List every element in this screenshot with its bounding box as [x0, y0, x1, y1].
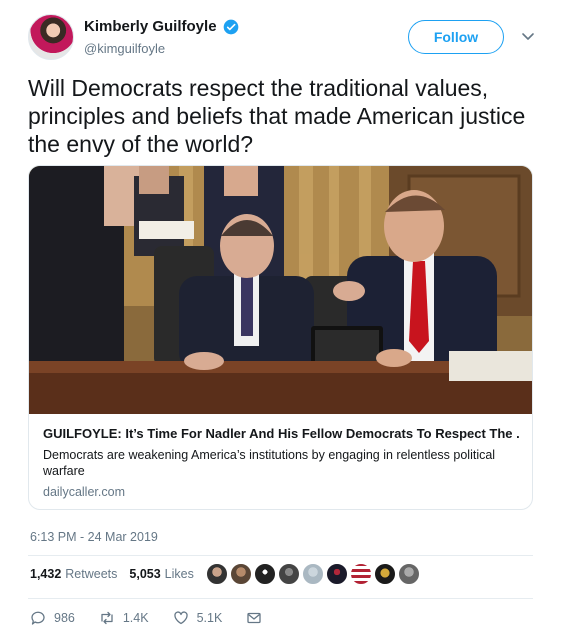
- card-image[interactable]: [29, 166, 533, 414]
- tweet-timestamp[interactable]: 6:13 PM - 24 Mar 2019: [30, 530, 158, 544]
- reply-icon: [31, 611, 45, 625]
- liker-avatar[interactable]: [278, 563, 300, 585]
- like-count: 5.1K: [196, 611, 223, 625]
- author-name[interactable]: Kimberly Guilfoyle: [84, 18, 217, 35]
- retweets-label[interactable]: Retweets: [65, 567, 117, 581]
- engagement-stats: 1,432 Retweets 5,053 Likes: [30, 567, 194, 581]
- retweet-count: 1.4K: [122, 611, 149, 625]
- divider: [28, 555, 533, 556]
- verified-badge-icon: [223, 19, 238, 34]
- card-description: Democrats are weakening America’s instit…: [43, 448, 496, 478]
- avatar[interactable]: [28, 14, 74, 60]
- card-domain: dailycaller.com: [43, 485, 125, 499]
- retweet-button[interactable]: 1.4K: [99, 610, 149, 626]
- liker-avatar[interactable]: [206, 563, 228, 585]
- liker-avatar[interactable]: [374, 563, 396, 585]
- liker-avatars: [206, 563, 420, 585]
- author-name-row: Kimberly Guilfoyle: [84, 18, 239, 35]
- direct-message-icon: [247, 612, 261, 624]
- like-button[interactable]: 5.1K: [173, 610, 223, 626]
- liker-avatar[interactable]: [398, 563, 420, 585]
- card-title[interactable]: GUILFOYLE: It’s Time For Nadler And His …: [43, 426, 520, 441]
- tweet-actions: 986 1.4K 5.1K: [30, 610, 286, 626]
- likes-count[interactable]: 5,053: [129, 567, 160, 581]
- tweet-header: Kimberly Guilfoyle @kimguilfoyle Follow: [28, 14, 543, 62]
- liker-avatar[interactable]: [230, 563, 252, 585]
- link-card[interactable]: GUILFOYLE: It’s Time For Nadler And His …: [28, 165, 533, 510]
- liker-avatar[interactable]: [302, 563, 324, 585]
- retweets-count[interactable]: 1,432: [30, 567, 61, 581]
- card-body[interactable]: GUILFOYLE: It’s Time For Nadler And His …: [29, 414, 532, 509]
- liker-avatar[interactable]: [254, 563, 276, 585]
- liker-avatar[interactable]: [326, 563, 348, 585]
- likes-label[interactable]: Likes: [165, 567, 194, 581]
- direct-message-button[interactable]: [246, 610, 262, 626]
- tweet-text: Will Democrats respect the traditional v…: [28, 75, 526, 157]
- liker-avatar[interactable]: [350, 563, 372, 585]
- retweet-icon: [101, 611, 113, 625]
- author-handle[interactable]: @kimguilfoyle: [84, 41, 165, 56]
- reply-button[interactable]: 986: [30, 610, 75, 626]
- reply-count: 986: [54, 611, 75, 625]
- like-icon: [173, 611, 188, 625]
- divider: [28, 598, 533, 599]
- follow-button[interactable]: Follow: [408, 20, 504, 54]
- chevron-down-icon[interactable]: [520, 28, 536, 44]
